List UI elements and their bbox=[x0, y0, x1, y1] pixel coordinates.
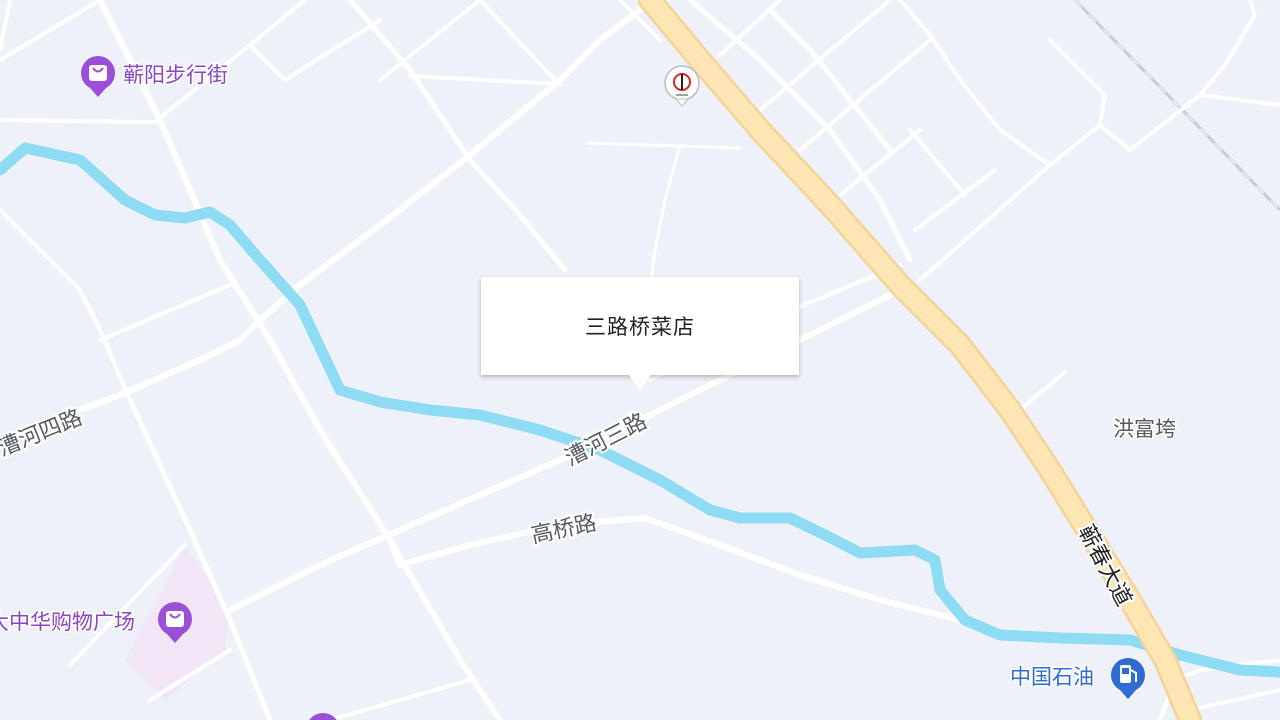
gas-station-icon bbox=[1111, 658, 1145, 699]
shopping-bag-icon bbox=[81, 56, 115, 97]
poi-qiyang-street[interactable]: 蕲阳步行街 bbox=[81, 56, 230, 97]
poi-sinopec[interactable] bbox=[664, 65, 700, 107]
popup-title: 三路桥菜店 bbox=[585, 315, 695, 339]
shopping-bag-icon bbox=[309, 713, 337, 720]
road-label-gaoqiao: 高桥路 bbox=[529, 511, 599, 549]
poi-label-petrochina: 中国石油 bbox=[1010, 665, 1094, 689]
poi-partial-marker[interactable] bbox=[306, 713, 340, 720]
railway bbox=[1073, 0, 1280, 212]
poi-petrochina[interactable]: 中国石油 bbox=[1009, 658, 1145, 699]
poi-label-zhonghua-mall: 大中华购物广场 bbox=[0, 610, 135, 634]
poi-label-qiyang-street: 蕲阳步行街 bbox=[123, 63, 228, 87]
popup-pointer bbox=[629, 375, 651, 390]
road-label-caohe-si: 漕河四路 bbox=[0, 405, 86, 461]
map-view[interactable]: 漕河三路 漕河四路 高桥路 蕲春大道 洪富垮 蕲阳步行街 大中华购物广场 中国石… bbox=[0, 0, 1280, 720]
area-label-hongfuwan: 洪富垮 bbox=[1113, 417, 1176, 441]
place-popup[interactable]: 三路桥菜店 bbox=[481, 277, 799, 375]
sinopec-logo-icon bbox=[664, 65, 700, 107]
road-label-qichun-dadao: 蕲春大道 bbox=[1073, 521, 1136, 610]
